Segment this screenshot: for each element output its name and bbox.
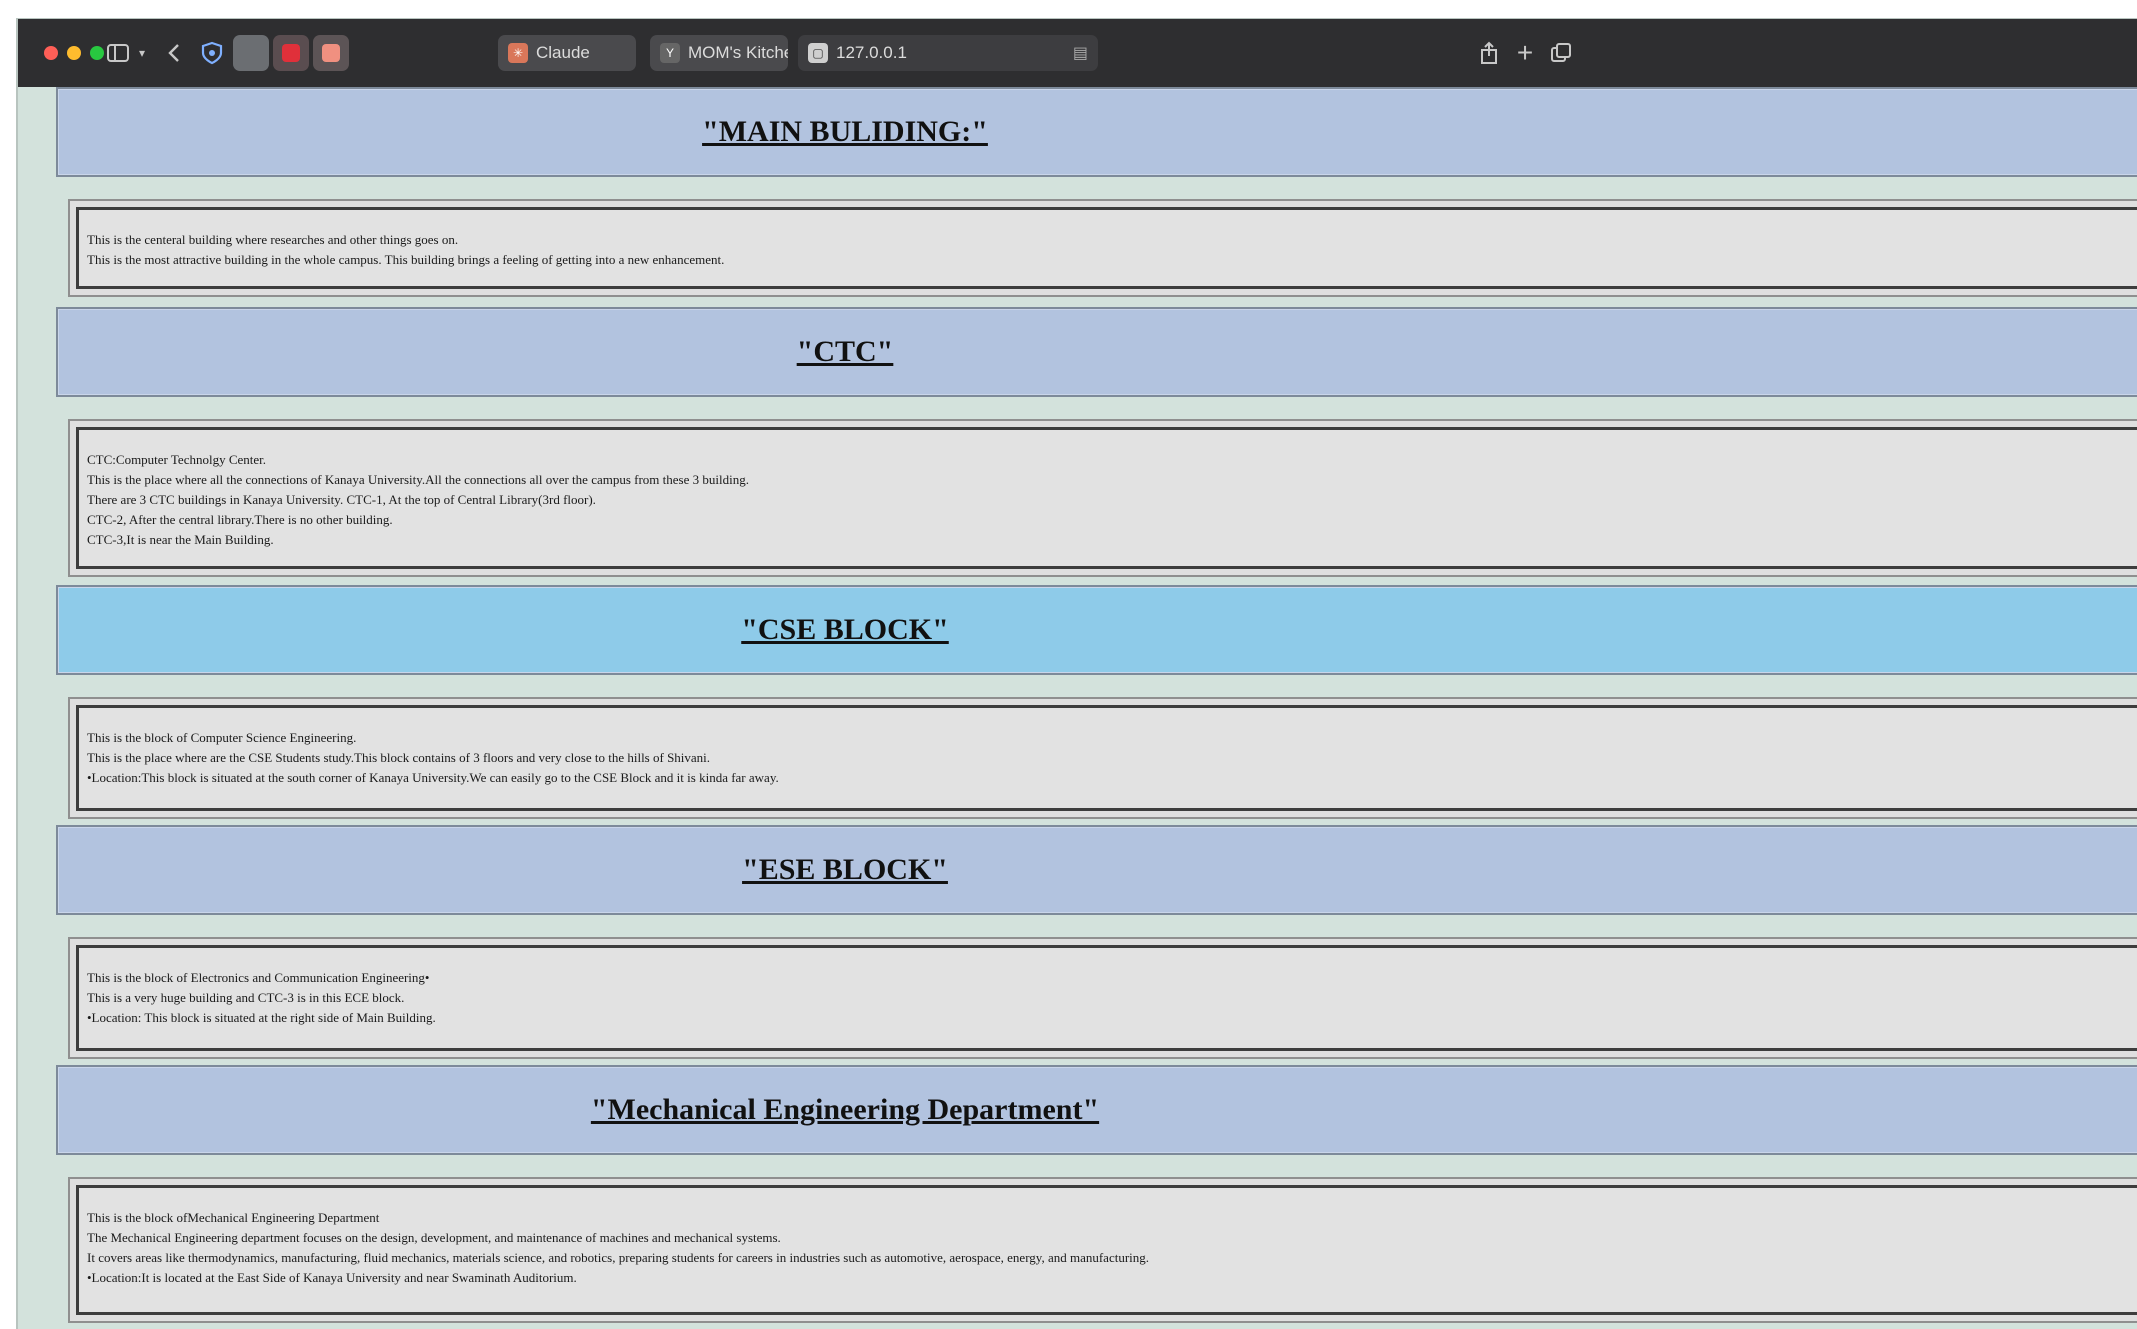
share-icon[interactable] <box>1476 39 1502 67</box>
panel-line: CTC-3,It is near the Main Building. <box>87 532 274 547</box>
tab-label: Claude <box>536 43 590 62</box>
section-heading-mechanical: "Mechanical Engineering Department" <box>56 1065 2137 1155</box>
tab-moms-kitchen[interactable]: Y MOM's Kitchen <box>650 35 788 71</box>
claude-favicon-icon: ✳ <box>508 43 528 63</box>
panel-line: CTC:Computer Technolgy Center. <box>87 452 267 467</box>
chevron-down-icon[interactable]: ▾ <box>134 39 150 67</box>
section-panel-mechanical: This is the block ofMechanical Engineeri… <box>68 1177 2137 1323</box>
section-heading-ese-block: "ESE BLOCK" <box>56 825 2137 915</box>
tab-label: MOM's Kitchen <box>688 43 788 62</box>
heading-text: "Mechanical Engineering Department" <box>590 1093 1100 1126</box>
panel-line: This is the place where are the CSE Stud… <box>87 750 711 765</box>
panel-line: •Location: This block is situated at the… <box>87 1010 436 1025</box>
section-heading-cse-block: "CSE BLOCK" <box>56 585 2137 675</box>
tab-label: 127.0.0.1 <box>836 43 907 62</box>
section-heading-ctc: "CTC" <box>56 307 2137 397</box>
tab-localhost[interactable]: ▢ 127.0.0.1 ▤ <box>798 35 1098 71</box>
panel-line: The Mechanical Engineering department fo… <box>87 1230 781 1245</box>
panel-line: This is the block of Computer Science En… <box>87 730 357 745</box>
panel-line: •Location:This block is situated at the … <box>87 770 779 785</box>
extension-tool-icon[interactable] <box>313 35 349 71</box>
panel-line: This is the block of Electronics and Com… <box>87 970 430 985</box>
panel-line: It covers areas like thermodynamics, man… <box>87 1250 1150 1265</box>
page-content: "MAIN BULIDING:" This is the centeral bu… <box>18 87 2137 1329</box>
section-panel-main-building: This is the centeral building where rese… <box>68 199 2137 297</box>
section-panel-ese-block: This is the block of Electronics and Com… <box>68 937 2137 1059</box>
page-favicon-icon: ▢ <box>808 43 828 63</box>
panel-line: •Location:It is located at the East Side… <box>87 1270 577 1285</box>
panel-line: There are 3 CTC buildings in Kanaya Univ… <box>87 492 596 507</box>
section-panel-cse-block: This is the block of Computer Science En… <box>68 697 2137 819</box>
sidebar-toggle-icon[interactable] <box>104 39 132 67</box>
section-panel-ctc: CTC:Computer Technolgy Center. This is t… <box>68 419 2137 577</box>
heading-text: "MAIN BULIDING:" <box>702 115 988 148</box>
tab-overview-icon[interactable] <box>1548 39 1574 67</box>
heading-text: "ESE BLOCK" <box>742 853 948 886</box>
back-arrow-icon[interactable] <box>164 39 184 67</box>
minimize-window-button[interactable] <box>67 46 81 60</box>
browser-window: ▾ ✳ Claude Y MOM's Kitchen ▢ 127.0.0.1 ▤ <box>16 18 2137 1329</box>
section-heading-main-building: "MAIN BULIDING:" <box>56 87 2137 177</box>
heading-text: "CSE BLOCK" <box>741 613 949 646</box>
panel-line: CTC-2, After the central library.There i… <box>87 512 393 527</box>
site-favicon-icon: Y <box>660 43 680 63</box>
new-tab-plus-icon[interactable]: + <box>1512 37 1538 68</box>
close-window-button[interactable] <box>44 46 58 60</box>
heading-text: "CTC" <box>796 335 894 368</box>
browser-toolbar: ▾ ✳ Claude Y MOM's Kitchen ▢ 127.0.0.1 ▤ <box>18 19 2137 87</box>
panel-line: This is the place where all the connecti… <box>87 472 749 487</box>
zoom-window-button[interactable] <box>90 46 104 60</box>
panel-line: This is the block ofMechanical Engineeri… <box>87 1210 380 1225</box>
reader-mode-icon[interactable]: ▤ <box>1073 43 1088 63</box>
extension-record-icon[interactable] <box>273 35 309 71</box>
panel-line: This is the most attractive building in … <box>87 252 725 267</box>
shield-icon[interactable] <box>198 39 226 67</box>
tab-claude[interactable]: ✳ Claude <box>498 35 636 71</box>
panel-line: This is the centeral building where rese… <box>87 232 459 247</box>
panel-line: This is a very huge building and CTC-3 i… <box>87 990 405 1005</box>
extension-icon[interactable] <box>233 35 269 71</box>
